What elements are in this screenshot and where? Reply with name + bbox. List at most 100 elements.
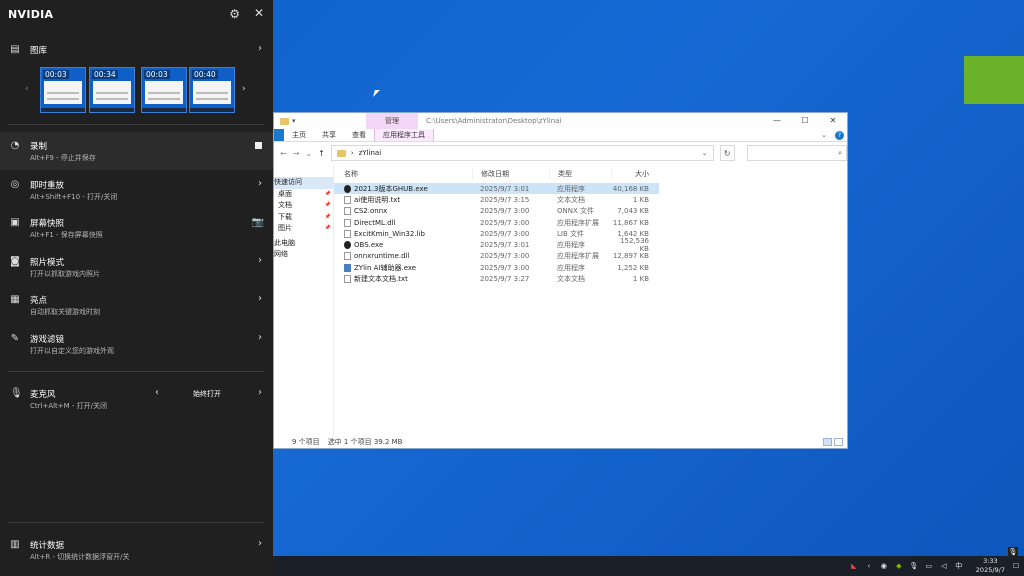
nav-item-desktop[interactable]: 桌面 📌 [274,189,333,201]
search-input[interactable]: ⌕ [746,145,847,161]
pin-icon: 📌 [324,202,331,208]
gallery-thumb[interactable]: 00:40 [189,67,235,113]
forward-arrow-icon[interactable]: → [293,149,300,158]
highlights-item[interactable]: ▦ 亮点 自动抓取关键游戏时刻 › [0,286,273,324]
chevron-right-icon[interactable]: › [258,255,262,266]
chevron-right-icon[interactable]: › [258,538,262,549]
chevron-left-icon[interactable]: ‹ [155,387,159,398]
hidden-icons-chevron-icon[interactable]: ‹ [865,562,873,570]
screenshot-item[interactable]: ▣ 屏幕快照 Alt+F1 - 保存屏幕快照 📷 [0,209,273,247]
close-icon[interactable]: ✕ [819,113,847,129]
help-icon[interactable]: ? [835,131,844,140]
file-date: 2025/9/7 3:00 [480,229,530,238]
large-icons-view-icon[interactable] [834,438,843,446]
file-doc-icon [344,218,351,227]
column-header-size[interactable]: 大小 [611,169,651,179]
tab-view[interactable]: 查看 [344,129,374,141]
nvidia-tray-icon[interactable]: ◆ [895,562,903,570]
explorer-titlebar[interactable]: ▾ 管理 C:\Users\Administrator\Desktop\zYli… [274,113,847,129]
chevron-right-icon[interactable]: › [258,43,262,54]
chevron-right-icon[interactable]: › [258,178,262,189]
tab-app-tools[interactable]: 应用程序工具 [374,129,434,141]
up-arrow-icon[interactable]: ↑ [318,149,325,158]
address-dropdown-icon[interactable]: ⌄ [702,149,708,157]
notification-icon[interactable]: ☐ [1012,562,1020,570]
nav-item-documents[interactable]: 文档 📌 [274,200,333,212]
gallery-thumb[interactable]: 00:03 [40,67,86,113]
breadcrumb-chevron-icon[interactable]: › [351,149,354,157]
gallery-row[interactable]: ▤ 图库 › [0,36,273,62]
steam-icon[interactable]: ◉ [880,562,888,570]
ribbon-expand-icon[interactable]: ⌄ [821,131,827,139]
file-row[interactable]: OBS.exe 2025/9/7 3:01 应用程序 152,536 KB [334,237,847,253]
file-row[interactable]: 新建文本文档.txt 2025/9/7 3:27 文本文档 1 KB [334,273,847,284]
thumb-duration: 00:03 [144,70,170,79]
chevron-right-icon[interactable]: › [258,387,262,398]
photo-mode-title: 照片模式 [30,258,65,268]
file-row[interactable]: ZYlin AI辅助器.exe 2025/9/7 3:00 应用程序 1,252 KB [334,262,847,273]
file-type: ONNX 文件 [557,207,595,216]
instant-replay-shortcut: Alt+Shift+F10 - 打开/关闭 [30,193,118,201]
recent-dropdown-icon[interactable]: ⌄ [305,149,312,158]
nav-item-network[interactable]: 网络 [274,249,333,261]
app-tray-icon[interactable]: ◣ [850,562,858,570]
nav-item-quick-access[interactable]: 快速访问 [274,177,333,189]
file-row[interactable]: CS2.onnx 2025/9/7 3:00 ONNX 文件 7,043 KB [334,206,847,217]
file-type: 应用程序扩展 [557,218,599,227]
file-row[interactable]: 2021.3版本GHUB.exe 2025/9/7 3:01 应用程序 40,168 … [334,183,659,195]
network-icon[interactable]: ▭ [925,562,933,570]
stop-icon[interactable] [255,142,262,149]
maximize-icon[interactable]: ☐ [791,113,819,129]
taskbar-clock[interactable]: 3:33 2025/9/7 [976,557,1005,575]
mic-status-icon: 🎙 [1008,547,1018,557]
column-header-name[interactable]: 名称 [334,169,472,179]
breadcrumb-current[interactable]: zYlinai [359,149,382,157]
gallery-thumb[interactable]: 00:34 [89,67,135,113]
file-doc-icon [344,229,351,238]
tab-home[interactable]: 主页 [284,129,314,141]
file-type: 应用程序扩展 [557,252,599,261]
file-row[interactable]: onnxruntime.dll 2025/9/7 3:00 应用程序扩展 12,897… [334,251,847,262]
microphone-item[interactable]: 🎙 麦克风 Ctrl+Alt+M - 打开/关闭 ‹ 始终打开 › [0,380,273,418]
camera-icon[interactable]: 📷 [252,217,264,228]
quick-access-toolbar[interactable]: ▾ [274,117,296,125]
chevron-left-icon[interactable]: ‹ [25,84,29,94]
back-arrow-icon[interactable]: ← [280,149,287,158]
address-input[interactable]: › zYlinai ⌄ [330,145,714,161]
tab-file[interactable] [274,129,284,141]
game-filter-item[interactable]: ✎ 游戏滤镜 打开以自定义您的游戏外观 › [0,325,273,363]
close-icon[interactable]: ✕ [254,6,264,20]
file-explorer-window[interactable]: ▾ 管理 C:\Users\Administrator\Desktop\zYli… [273,112,848,449]
column-header-type[interactable]: 类型 [549,169,611,179]
gallery-thumb[interactable]: 00:03 [141,67,187,113]
ime-icon[interactable]: 中 [955,562,963,570]
window-title-path: C:\Users\Administrator\Desktop\zYlinai [426,117,562,125]
nav-item-this-pc[interactable]: 此电脑 [274,238,333,250]
minimize-icon[interactable]: — [763,113,791,129]
stats-item[interactable]: ▥ 统计数据 Alt+R - 切换统计数据浮窗开/关 › [0,531,273,569]
thumb-duration: 00:03 [43,70,69,79]
volume-icon[interactable]: ◁ [940,562,948,570]
chevron-right-icon[interactable]: › [258,332,262,343]
file-date: 2025/9/7 3:01 [480,184,530,193]
refresh-button[interactable]: ↻ [719,145,735,161]
file-row[interactable]: DirectML.dll 2025/9/7 3:00 应用程序扩展 11,867 KB [334,217,847,228]
details-view-icon[interactable] [823,438,832,446]
navigation-pane: 快速访问 桌面 📌 文档 📌 下载 📌 图片 📌 此电脑 网络 [274,165,334,436]
microphone-tray-icon[interactable]: 🎙 [909,562,918,570]
file-row[interactable]: ai使用说明.txt 2025/9/7 3:15 文本文档 1 KB [334,194,847,205]
instant-replay-item[interactable]: ◎ 即时重放 Alt+Shift+F10 - 打开/关闭 › [0,171,273,209]
nav-item-downloads[interactable]: 下载 📌 [274,212,333,224]
chevron-right-icon[interactable]: › [242,84,246,94]
tab-manage[interactable]: 管理 [366,113,418,129]
record-item[interactable]: ◔ 录制 Alt+F9 - 停止并保存 [0,132,273,170]
file-row[interactable]: ExcitKmin_Win32.lib 2025/9/7 3:00 LIB 文件 1,… [334,228,847,239]
qat-dropdown-icon[interactable]: ▾ [292,117,296,125]
tab-share[interactable]: 共享 [314,129,344,141]
column-header-date[interactable]: 修改日期 [472,169,549,179]
gear-icon[interactable]: ⚙ [229,7,240,21]
photo-mode-item[interactable]: ◙ 照片模式 打开以抓取游戏内照片 › [0,248,273,286]
thumb-duration: 00:40 [192,70,218,79]
nav-item-pictures[interactable]: 图片 📌 [274,223,333,235]
chevron-right-icon[interactable]: › [258,293,262,304]
